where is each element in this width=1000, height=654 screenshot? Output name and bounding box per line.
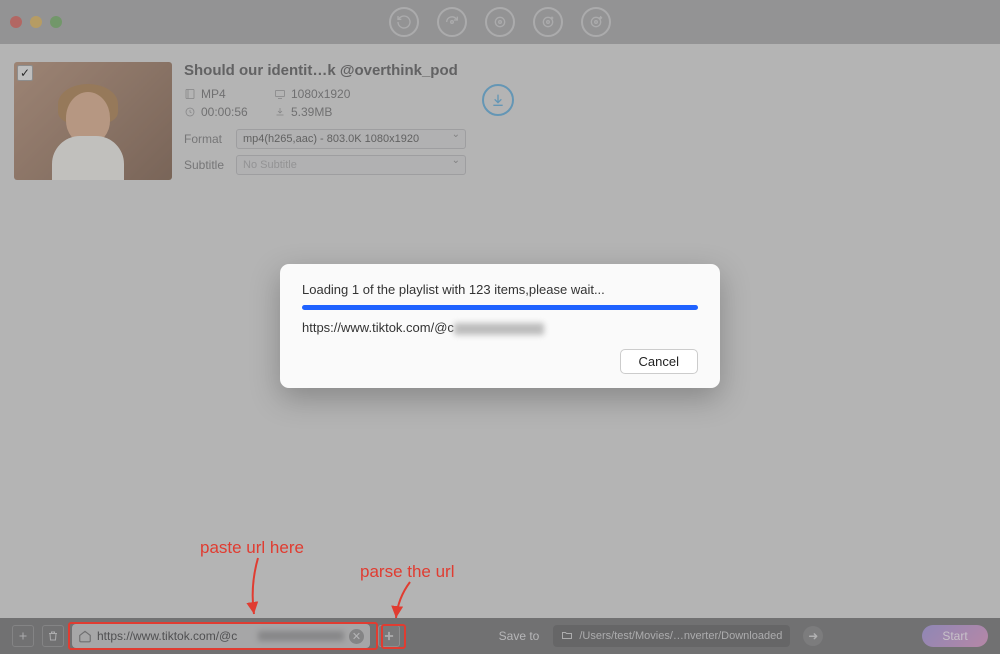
video-title: Should our identit…k @overthink_pod [184, 62, 466, 79]
subtitle-select[interactable]: No Subtitle [236, 155, 466, 175]
video-duration: 00:00:56 [184, 105, 274, 119]
sync-settings-icon[interactable] [437, 7, 467, 37]
annotation-paste: paste url here [200, 538, 304, 558]
open-folder-button[interactable]: ➜ [803, 626, 823, 646]
dialog-url: https://www.tiktok.com/@c [302, 320, 698, 335]
subtitle-label: Subtitle [184, 158, 228, 172]
video-resolution: 1080x1920 [274, 87, 394, 101]
download-size-icon [274, 106, 286, 118]
window-controls [10, 16, 62, 28]
redacted-text [454, 323, 544, 335]
save-to-label: Save to [499, 629, 540, 643]
home-icon[interactable] [78, 629, 92, 643]
dialog-message: Loading 1 of the playlist with 123 items… [302, 282, 698, 297]
file-icon [184, 88, 196, 100]
save-path-box[interactable]: /Users/test/Movies/…nverter/Downloaded [553, 625, 790, 647]
delete-button[interactable] [42, 625, 64, 647]
convert-add-icon[interactable] [533, 7, 563, 37]
redacted-text [258, 631, 344, 641]
video-format: MP4 [184, 87, 274, 101]
annotation-arrow [388, 580, 418, 624]
format-label: Format [184, 132, 228, 146]
annotation-parse: parse the url [360, 562, 455, 582]
clock-icon [184, 106, 196, 118]
maximize-window-icon[interactable] [50, 16, 62, 28]
convert-download-icon[interactable] [581, 7, 611, 37]
cancel-button[interactable]: Cancel [620, 349, 698, 374]
download-button[interactable] [482, 84, 514, 116]
thumbnail-checkbox[interactable]: ✓ [17, 65, 33, 81]
folder-icon [561, 629, 573, 644]
screen-icon [274, 88, 286, 100]
progress-bar-fill [302, 305, 698, 310]
annotation-arrow [240, 556, 280, 622]
loading-dialog: Loading 1 of the playlist with 123 items… [280, 264, 720, 388]
video-size: 5.39MB [274, 105, 394, 119]
video-card: ✓ Should our identit…k @overthink_pod MP… [14, 62, 466, 181]
video-info: Should our identit…k @overthink_pod MP4 … [184, 62, 466, 181]
add-button[interactable] [12, 625, 34, 647]
close-window-icon[interactable] [10, 16, 22, 28]
progress-bar-track [302, 305, 698, 310]
format-select[interactable]: mp4(h265,aac) - 803.0K 1080x1920 [236, 129, 466, 149]
clear-input-icon[interactable]: ✕ [349, 629, 364, 644]
start-button[interactable]: Start [922, 625, 988, 647]
video-thumbnail[interactable]: ✓ [14, 62, 172, 180]
minimize-window-icon[interactable] [30, 16, 42, 28]
refresh-icon[interactable] [389, 7, 419, 37]
bottom-bar: ✕ Save to /Users/test/Movies/…nverter/Do… [0, 618, 1000, 654]
convert-icon[interactable] [485, 7, 515, 37]
main-toolbar [389, 7, 611, 37]
url-input-wrap: ✕ [72, 624, 370, 648]
titlebar [0, 0, 1000, 44]
parse-url-button[interactable] [378, 625, 400, 647]
